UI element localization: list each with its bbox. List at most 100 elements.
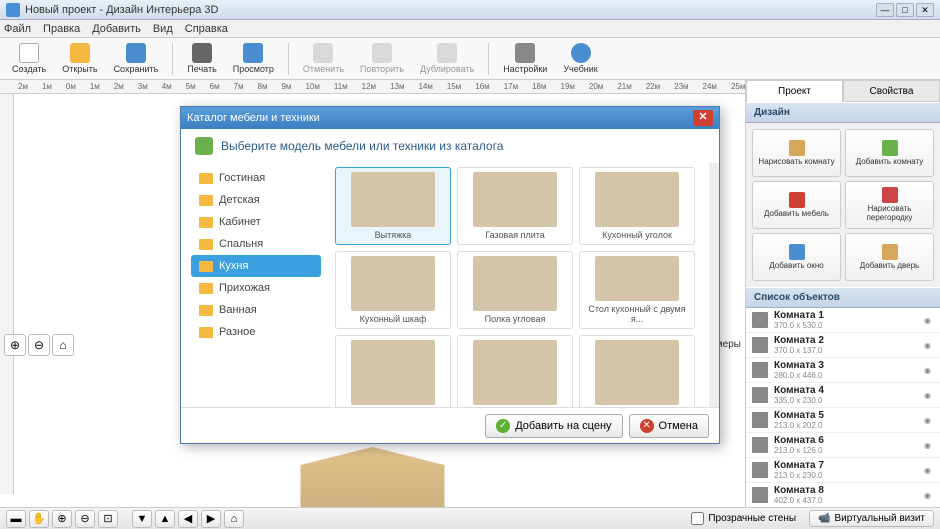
dialog-footer: ✓Добавить на сцену ✕Отмена [181, 407, 719, 443]
add-furniture-button[interactable]: Добавить мебель [752, 181, 841, 229]
tab-properties[interactable]: Свойства [843, 80, 940, 102]
category-item[interactable]: Гостиная [191, 167, 321, 189]
visibility-icon[interactable]: ◉ [924, 416, 934, 425]
visibility-icon[interactable]: ◉ [924, 491, 934, 500]
tool-zoom-in[interactable]: ⊕ [52, 510, 72, 528]
object-list-item[interactable]: Комната 2370.0 x 137.0◉ [746, 333, 940, 358]
furniture-thumbnail [473, 340, 558, 405]
visibility-icon[interactable]: ◉ [924, 366, 934, 375]
transparent-walls-checkbox[interactable]: Прозрачные стены [691, 512, 796, 525]
tool-zoom-out[interactable]: ⊖ [75, 510, 95, 528]
draw-room-button[interactable]: Нарисовать комнату [752, 129, 841, 177]
objects-section-header: Список объектов [746, 287, 940, 308]
settings-button[interactable]: Настройки [497, 41, 553, 76]
furniture-item[interactable]: Вытяжка [335, 167, 451, 245]
tool-rotate-left[interactable]: ◀ [178, 510, 198, 528]
add-window-button[interactable]: Добавить окно [752, 233, 841, 281]
duplicate-button[interactable]: Дублировать [414, 41, 480, 76]
furniture-item[interactable]: Кухонный шкаф [335, 251, 451, 329]
home-button[interactable]: ⌂ [52, 334, 74, 356]
visibility-icon[interactable]: ◉ [924, 341, 934, 350]
dialog-titlebar[interactable]: Каталог мебели и техники ✕ [181, 107, 719, 129]
furniture-item[interactable] [457, 335, 573, 407]
add-door-button[interactable]: Добавить дверь [845, 233, 934, 281]
cancel-button[interactable]: ✕Отмена [629, 414, 709, 438]
visibility-icon[interactable]: ◉ [924, 391, 934, 400]
zoom-out-button[interactable]: ⊖ [28, 334, 50, 356]
tab-project[interactable]: Проект [746, 80, 843, 102]
create-button[interactable]: Создать [6, 41, 52, 76]
minimize-button[interactable]: — [876, 3, 894, 17]
close-button[interactable]: ✕ [916, 3, 934, 17]
object-list-item[interactable]: Комната 5213.0 x 202.0◉ [746, 408, 940, 433]
object-list-item[interactable]: Комната 4335.0 x 230.0◉ [746, 383, 940, 408]
dialog-body: ГостинаяДетскаяКабинетСпальняКухняПрихож… [181, 163, 719, 407]
undo-button[interactable]: Отменить [297, 41, 350, 76]
category-item[interactable]: Ванная [191, 299, 321, 321]
titlebar: Новый проект - Дизайн Интерьера 3D — □ ✕ [0, 0, 940, 20]
object-icon [752, 437, 768, 453]
furniture-thumbnail [351, 340, 436, 405]
zoom-in-button[interactable]: ⊕ [4, 334, 26, 356]
redo-button[interactable]: Повторить [354, 41, 410, 76]
furniture-thumbnail [595, 256, 680, 301]
dialog-title: Каталог мебели и техники [187, 112, 693, 124]
maximize-button[interactable]: □ [896, 3, 914, 17]
dialog-close-button[interactable]: ✕ [693, 110, 713, 126]
preview-button[interactable]: Просмотр [227, 41, 280, 76]
category-item[interactable]: Разное [191, 321, 321, 343]
catalog-icon [195, 137, 213, 155]
tool-rotate-right[interactable]: ▶ [201, 510, 221, 528]
furniture-item[interactable]: Кухонный уголок [579, 167, 695, 245]
furniture-item[interactable] [579, 335, 695, 407]
object-list-item[interactable]: Комната 8402.0 x 437.0◉ [746, 483, 940, 507]
save-button[interactable]: Сохранить [108, 41, 165, 76]
virtual-visit-button[interactable]: 📹Виртуальный визит [809, 510, 934, 527]
scrollbar[interactable] [709, 163, 719, 407]
visibility-icon[interactable]: ◉ [924, 466, 934, 475]
category-item[interactable]: Детская [191, 189, 321, 211]
tutorial-button[interactable]: Учебник [557, 41, 603, 76]
draw-room-icon [789, 140, 805, 156]
furniture-thumbnail [351, 256, 436, 311]
menu-add[interactable]: Добавить [92, 23, 141, 35]
tool-zoom-fit[interactable]: ⊡ [98, 510, 118, 528]
ok-icon: ✓ [496, 419, 510, 433]
menu-file[interactable]: Файл [4, 23, 31, 35]
tool-reset[interactable]: ⌂ [224, 510, 244, 528]
menu-view[interactable]: Вид [153, 23, 173, 35]
furniture-item[interactable]: Газовая плита [457, 167, 573, 245]
chair-icon [789, 192, 805, 208]
app-icon [6, 3, 20, 17]
category-item[interactable]: Кухня [191, 255, 321, 277]
category-item[interactable]: Прихожая [191, 277, 321, 299]
menu-help[interactable]: Справка [185, 23, 228, 35]
object-list-item[interactable]: Комната 7213.0 x 230.0◉ [746, 458, 940, 483]
visibility-icon[interactable]: ◉ [924, 441, 934, 450]
add-room-button[interactable]: Добавить комнату [845, 129, 934, 177]
add-room-icon [882, 140, 898, 156]
separator [172, 43, 173, 75]
furniture-item[interactable] [335, 335, 451, 407]
menubar: Файл Правка Добавить Вид Справка [0, 20, 940, 38]
furniture-item[interactable]: Полка угловая [457, 251, 573, 329]
object-list-item[interactable]: Комната 1370.0 x 530.0◉ [746, 308, 940, 333]
object-list-item[interactable]: Комната 3280.0 x 446.0◉ [746, 358, 940, 383]
tool-pointer[interactable]: ▬ [6, 510, 26, 528]
object-list[interactable]: Комната 1370.0 x 530.0◉Комната 2370.0 x … [746, 308, 940, 507]
print-button[interactable]: Печать [181, 41, 222, 76]
tool-hand[interactable]: ✋ [29, 510, 49, 528]
folder-icon [199, 239, 213, 250]
menu-edit[interactable]: Правка [43, 23, 80, 35]
category-item[interactable]: Спальня [191, 233, 321, 255]
object-list-item[interactable]: Комната 6213.0 x 126.0◉ [746, 433, 940, 458]
folder-icon [199, 261, 213, 272]
open-button[interactable]: Открыть [56, 41, 103, 76]
tool-rotate-up[interactable]: ▲ [155, 510, 175, 528]
add-to-scene-button[interactable]: ✓Добавить на сцену [485, 414, 622, 438]
draw-wall-button[interactable]: Нарисовать перегородку [845, 181, 934, 229]
category-item[interactable]: Кабинет [191, 211, 321, 233]
visibility-icon[interactable]: ◉ [924, 316, 934, 325]
furniture-item[interactable]: Стол кухонный с двумя я... [579, 251, 695, 329]
tool-rotate-down[interactable]: ▼ [132, 510, 152, 528]
